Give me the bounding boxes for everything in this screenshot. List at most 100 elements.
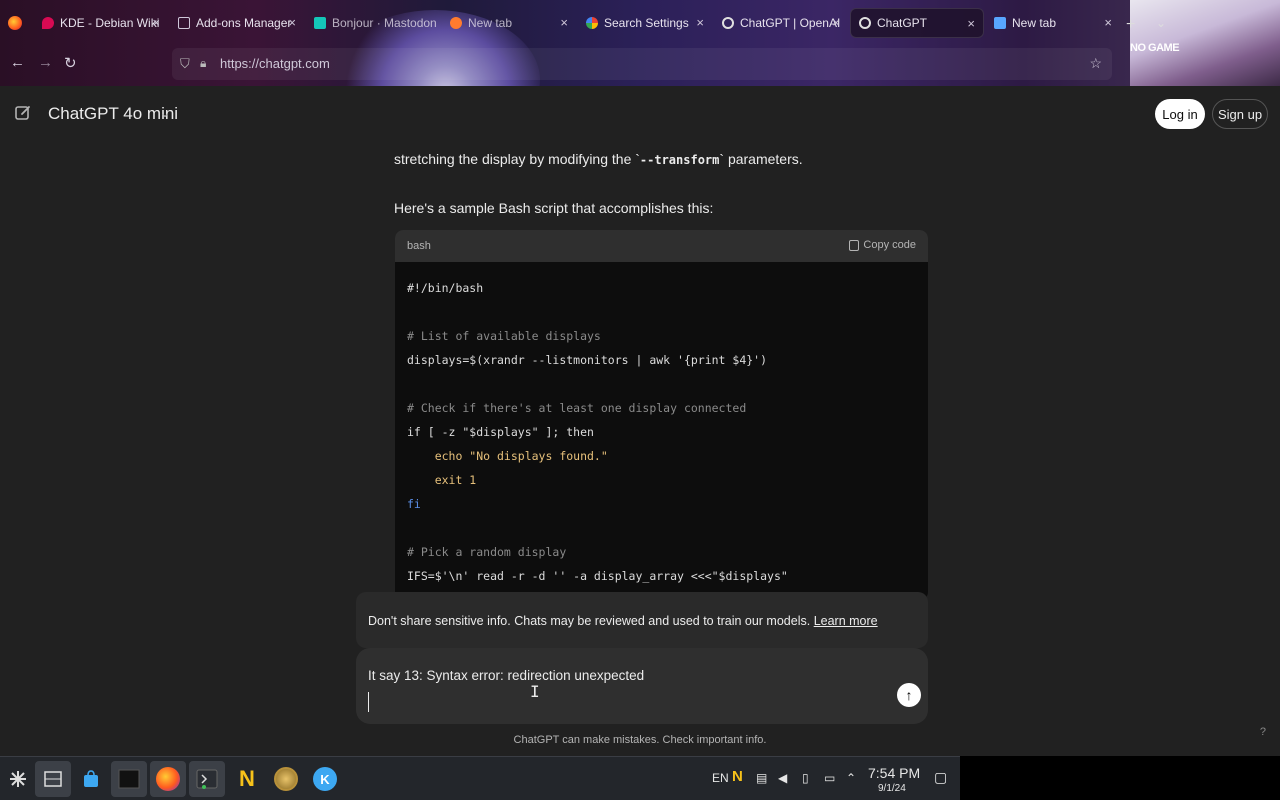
taskbar: N K EN N ▤ ◀︎ ▯ ▭ ⌃ 7:54 PM 9/1/24 ▢ xyxy=(0,756,960,800)
chevron-down-icon[interactable]: ⌄ xyxy=(160,106,170,120)
code-line: #!/bin/bash xyxy=(407,276,916,300)
notes-tray-icon[interactable]: N xyxy=(732,768,743,785)
tab-new-tab-2[interactable]: New tab × xyxy=(986,8,1120,38)
tab-chatgpt-active[interactable]: ChatGPT × xyxy=(850,8,984,38)
forward-arrow-icon[interactable]: → xyxy=(38,54,53,71)
store-bag-icon[interactable] xyxy=(73,761,109,797)
text: ` parameters. xyxy=(719,151,803,167)
close-icon[interactable]: × xyxy=(152,15,160,30)
openai-icon xyxy=(722,17,734,29)
tab-label: New tab xyxy=(468,16,513,30)
google-icon xyxy=(586,17,598,29)
code-line: if [ -z "$displays" ]; then xyxy=(407,420,916,444)
code-block-header: bash Copy code xyxy=(395,230,928,262)
kdeconnect-icon[interactable]: K xyxy=(307,761,343,797)
code-text: #!/bin/bash xyxy=(407,281,484,295)
message-composer[interactable]: It say 13: Syntax error: redirection une… xyxy=(356,648,928,724)
tab-addons-manager[interactable]: Add-ons Manager × xyxy=(170,8,304,38)
model-selector[interactable]: ChatGPT 4o mini xyxy=(48,104,178,124)
battery-icon[interactable]: ▯ xyxy=(802,771,809,785)
url-text[interactable]: https://chatgpt.com xyxy=(220,56,330,71)
reload-icon[interactable]: ↻ xyxy=(64,54,77,72)
mastodon-icon xyxy=(314,17,326,29)
volume-muted-icon[interactable]: ◀︎ xyxy=(778,771,787,785)
tab-label: KDE - Debian Wiki xyxy=(60,16,160,30)
firefox-icon xyxy=(994,17,1006,29)
code-line: # Check if there's at least one display … xyxy=(407,396,916,420)
notes-app-icon[interactable]: N xyxy=(229,761,265,797)
code-text: # Check if there's at least one display … xyxy=(407,401,747,415)
screen: NO GAME KDE - Debian Wiki × Add-ons Mana… xyxy=(0,0,1280,800)
puzzle-icon xyxy=(178,17,190,29)
bookmark-star-icon[interactable]: ☆ xyxy=(1089,55,1102,72)
coin-app-icon[interactable] xyxy=(268,761,304,797)
code-body: #!/bin/bash # List of available displays… xyxy=(395,262,928,600)
tab-new-tab-1[interactable]: New tab × xyxy=(442,8,576,38)
code-text: fi xyxy=(407,497,421,511)
black-area xyxy=(960,756,1280,800)
browser-chrome: NO GAME KDE - Debian Wiki × Add-ons Mana… xyxy=(0,0,1280,150)
tab-mastodon[interactable]: Bonjour · Mastodon xyxy=(306,8,440,38)
code-text: echo "No displays found." xyxy=(407,449,608,463)
clock-time[interactable]: 7:54 PM xyxy=(868,765,920,781)
openai-icon xyxy=(859,17,871,29)
keyboard-layout[interactable]: EN xyxy=(712,771,729,785)
close-icon[interactable]: × xyxy=(832,15,840,30)
list-tabs-chevron-icon[interactable]: ⌄ xyxy=(1156,16,1166,30)
assistant-paragraph-1: stretching the display by modifying the … xyxy=(394,151,803,167)
theme-label: NO GAME xyxy=(1130,42,1180,54)
close-icon[interactable]: × xyxy=(696,15,704,30)
lock-icon[interactable]: 🔒︎ xyxy=(200,56,206,71)
new-chat-edit-icon[interactable] xyxy=(14,104,32,122)
tab-label: Add-ons Manager xyxy=(196,16,292,30)
copy-label: Copy code xyxy=(863,239,916,251)
terminal-window-icon[interactable] xyxy=(111,761,147,797)
app-launcher-icon[interactable] xyxy=(0,761,36,797)
tab-search-settings[interactable]: Search Settings × xyxy=(578,8,712,38)
signup-button[interactable]: Sign up xyxy=(1212,99,1268,129)
clock-date[interactable]: 9/1/24 xyxy=(878,783,906,794)
tab-chatgpt-openai[interactable]: ChatGPT | OpenAI × xyxy=(714,8,848,38)
url-bar[interactable]: ⛉ 🔒︎ https://chatgpt.com ☆ xyxy=(172,48,1112,80)
disclaimer-text: ChatGPT can make mistakes. Check importa… xyxy=(513,734,767,746)
code-line: # Pick a random display xyxy=(407,540,916,564)
chat-content: stretching the display by modifying the … xyxy=(0,142,1280,756)
firefox-icon[interactable] xyxy=(8,16,22,30)
tab-label: Search Settings xyxy=(604,16,689,30)
notice-text: Don't share sensitive info. Chats may be… xyxy=(368,614,878,628)
copy-icon xyxy=(849,239,860,251)
konsole-icon[interactable] xyxy=(189,761,225,797)
code-line: # List of available displays xyxy=(407,324,916,348)
tab-kde-debian-wiki[interactable]: KDE - Debian Wiki × xyxy=(34,8,168,38)
code-line: displays=$(xrandr --listmonitors | awk '… xyxy=(407,348,916,372)
pager-icon[interactable] xyxy=(35,761,71,797)
send-button[interactable]: ↑ xyxy=(897,683,921,707)
code-text: exit 1 xyxy=(407,473,477,487)
new-tab-plus-icon[interactable]: + xyxy=(1126,16,1135,34)
inline-code: --transform xyxy=(639,153,720,167)
firefox-taskbar-icon[interactable] xyxy=(150,761,186,797)
tray-expand-chevron-icon[interactable]: ⌃ xyxy=(846,771,856,785)
code-line: exit 1 xyxy=(407,468,916,492)
close-icon[interactable]: × xyxy=(560,15,568,30)
display-icon[interactable]: ▭ xyxy=(824,771,835,785)
tab-strip: KDE - Debian Wiki × Add-ons Manager × Bo… xyxy=(0,4,1280,42)
login-button[interactable]: Log in xyxy=(1155,99,1205,129)
show-desktop-icon[interactable]: ▢ xyxy=(934,769,947,786)
tracking-shield-icon[interactable]: ⛉ xyxy=(180,56,190,72)
tab-label: ChatGPT xyxy=(877,16,928,30)
copy-code-button[interactable]: Copy code xyxy=(849,239,916,251)
back-arrow-icon[interactable]: ← xyxy=(10,54,25,71)
code-text: # List of available displays xyxy=(407,329,601,343)
learn-more-link[interactable]: Learn more xyxy=(814,614,878,628)
code-text: if [ -z "$displays" ]; then xyxy=(407,425,594,439)
clipboard-icon[interactable]: ▤ xyxy=(756,771,767,785)
composer-input-text[interactable]: It say 13: Syntax error: redirection une… xyxy=(368,668,644,683)
close-icon[interactable]: × xyxy=(967,16,975,31)
close-icon[interactable]: × xyxy=(288,15,296,30)
tab-label: ChatGPT | OpenAI xyxy=(740,16,841,30)
help-icon[interactable]: ? xyxy=(1260,726,1266,738)
close-icon[interactable]: × xyxy=(1104,15,1112,30)
